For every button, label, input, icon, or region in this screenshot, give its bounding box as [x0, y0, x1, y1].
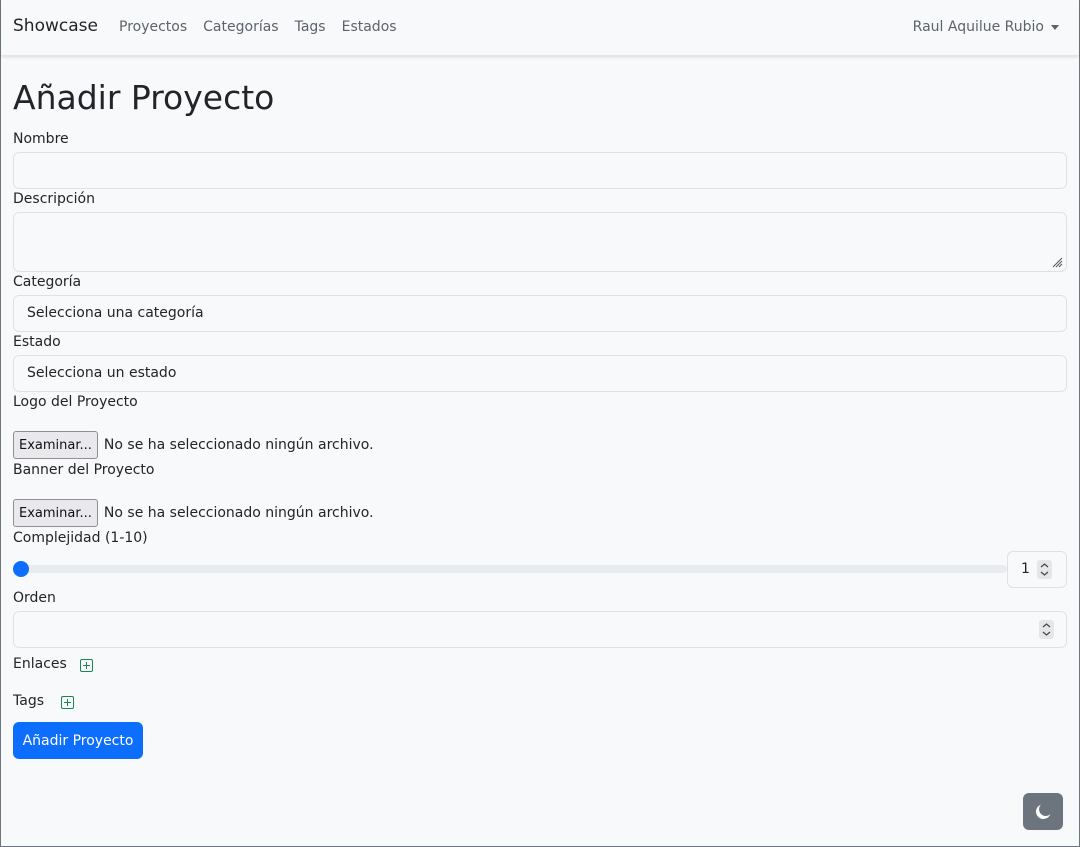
user-name: Raul Aquilue Rubio	[912, 19, 1044, 35]
banner-label: Banner del Proyecto	[13, 462, 155, 478]
descripcion-label: Descripción	[13, 191, 95, 207]
categoria-label: Categoría	[13, 274, 82, 290]
tags-label: Tags	[13, 693, 44, 709]
banner-file-status: No se ha seleccionado ningún archivo.	[103, 505, 374, 521]
user-menu-dropdown[interactable]: Raul Aquilue Rubio	[913, 19, 1059, 35]
complejidad-value: 1	[1021, 561, 1030, 577]
nombre-label: Nombre	[13, 131, 69, 147]
logo-file-input: Examinar... No se ha seleccionado ningún…	[13, 431, 374, 459]
categoria-select[interactable]: Selecciona una categoría	[13, 295, 1067, 332]
complejidad-number-input[interactable]: 1	[1007, 551, 1067, 588]
estado-label: Estado	[13, 334, 61, 350]
submit-button[interactable]: Añadir Proyecto	[13, 722, 143, 759]
navbar-brand[interactable]: Showcase	[13, 16, 98, 36]
moon-icon	[1036, 804, 1051, 819]
orden-number-input[interactable]	[13, 611, 1067, 648]
add-tag-plus-icon[interactable]	[61, 696, 74, 709]
logo-file-status: No se ha seleccionado ningún archivo.	[103, 437, 374, 453]
nav-link-proyectos[interactable]: Proyectos	[119, 19, 187, 35]
theme-toggle-button[interactable]	[1023, 793, 1063, 830]
nav-links: Proyectos Categorías Tags Estados	[119, 19, 397, 35]
slider-thumb[interactable]	[13, 561, 29, 577]
logo-label: Logo del Proyecto	[13, 394, 138, 410]
spinner-icon[interactable]	[1037, 560, 1052, 579]
logo-browse-button[interactable]: Examinar...	[13, 431, 98, 459]
descripcion-textarea[interactable]	[13, 212, 1067, 272]
nav-link-tags[interactable]: Tags	[295, 19, 326, 35]
nav-link-estados[interactable]: Estados	[342, 19, 397, 35]
caret-down-icon	[1051, 24, 1059, 30]
banner-file-input: Examinar... No se ha seleccionado ningún…	[13, 499, 374, 527]
resize-grip-icon[interactable]	[1052, 257, 1063, 268]
nombre-input[interactable]	[13, 152, 1067, 189]
categoria-selected-value: Selecciona una categoría	[27, 305, 204, 321]
enlaces-label: Enlaces	[13, 656, 67, 672]
banner-browse-button[interactable]: Examinar...	[13, 499, 98, 527]
complejidad-slider[interactable]	[13, 561, 1007, 577]
spinner-icon[interactable]	[1039, 620, 1054, 639]
page-title: Añadir Proyecto	[13, 78, 275, 117]
nav-link-categorias[interactable]: Categorías	[203, 19, 278, 35]
navbar: Showcase Proyectos Categorías Tags Estad…	[1, 0, 1079, 56]
orden-label: Orden	[13, 590, 56, 606]
add-enlace-plus-icon[interactable]	[80, 659, 93, 672]
estado-select[interactable]: Selecciona un estado	[13, 355, 1067, 392]
estado-selected-value: Selecciona un estado	[27, 365, 177, 381]
complejidad-label: Complejidad (1-10)	[13, 530, 148, 546]
